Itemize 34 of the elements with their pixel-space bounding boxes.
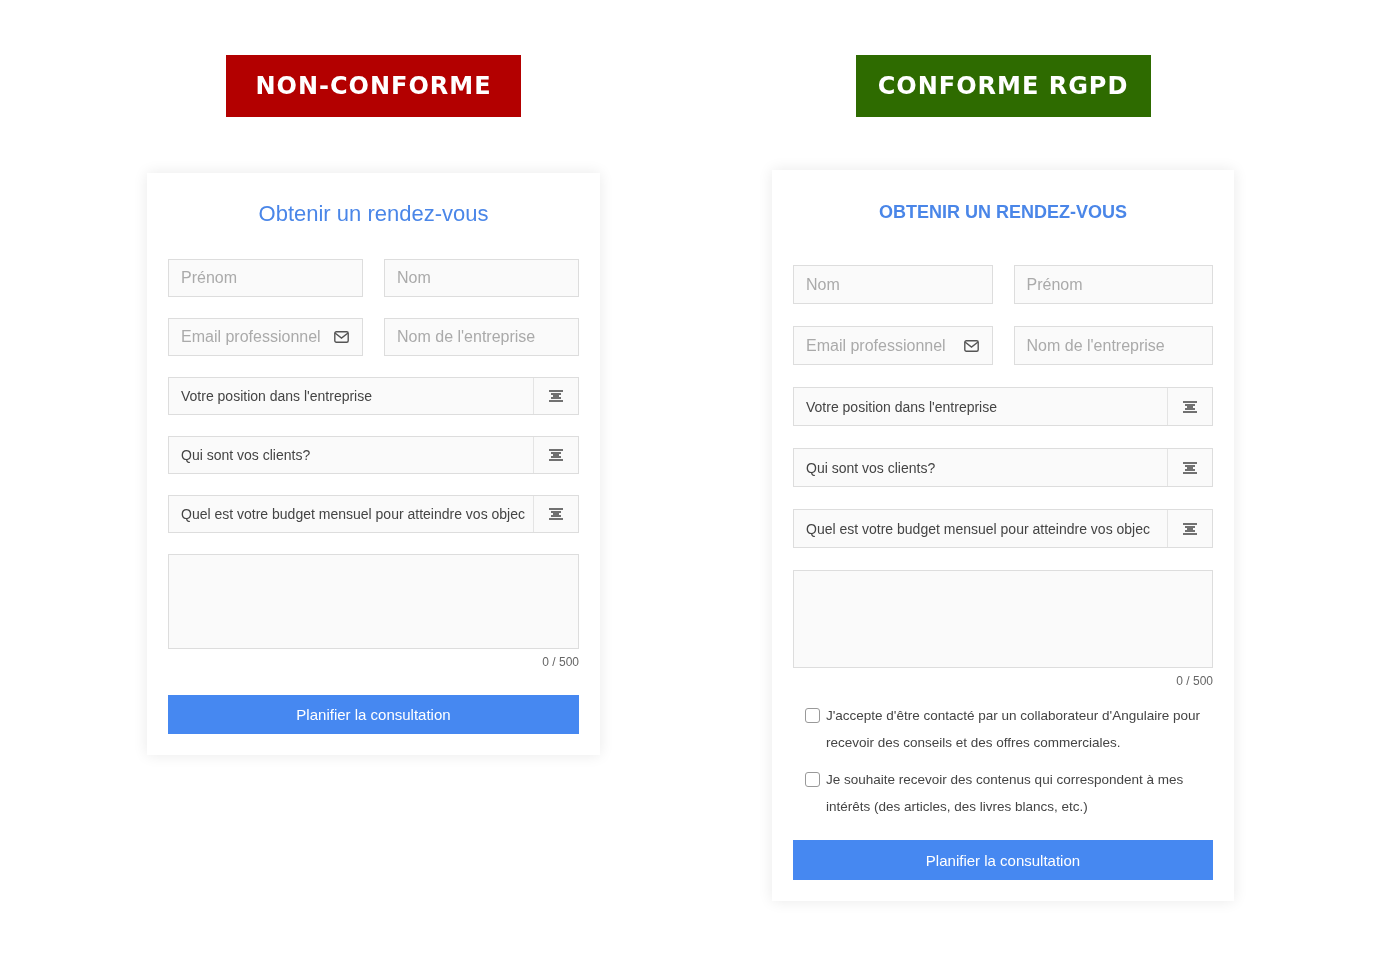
dropdown-field[interactable]: Quel est votre budget mensuel pour atteindre vos objec <box>793 509 1213 548</box>
checkbox[interactable] <box>805 772 820 787</box>
dropdown-field[interactable]: Qui sont vos clients? <box>168 436 579 474</box>
character-counter: 0 / 500 <box>1176 674 1213 688</box>
list-icon <box>1183 400 1197 413</box>
dropdown-field[interactable]: Qui sont vos clients? <box>793 448 1213 487</box>
checkbox[interactable] <box>805 708 820 723</box>
message-field[interactable] <box>793 570 1213 668</box>
input-field[interactable]: Nom de l'entreprise <box>384 318 579 356</box>
list-icon <box>549 508 563 520</box>
status-badge: NON-CONFORME <box>226 55 521 117</box>
dropdown-field[interactable]: Quel est votre budget mensuel pour atteindre vos objec <box>168 495 579 533</box>
form-title: Obtenir un rendez-vous <box>257 200 490 228</box>
dropdown-field[interactable]: Votre position dans l'entreprise <box>168 377 579 415</box>
message-field[interactable] <box>168 554 579 649</box>
input-field[interactable]: Nom de l'entreprise <box>1013 326 1213 365</box>
dropdown-field[interactable]: Votre position dans l'entreprise <box>793 387 1213 426</box>
input-field[interactable]: Prénom <box>168 259 363 297</box>
consent-label: Je souhaite recevoir des contenus qui correspondent à mes intérêts (des articles, des livres blancs, etc.) <box>826 771 1185 816</box>
envelope-icon <box>334 331 349 343</box>
list-icon <box>549 449 563 461</box>
status-badge: CONFORME RGPD <box>855 55 1151 117</box>
list-icon <box>1183 461 1197 474</box>
input-field[interactable]: Nom <box>384 259 579 297</box>
list-icon <box>549 390 563 402</box>
character-counter: 0 / 500 <box>542 655 579 669</box>
input-field[interactable]: Nom <box>793 265 993 304</box>
form-title: OBTENIR UN RENDEZ-VOUS <box>878 201 1128 224</box>
email-field[interactable]: Email professionnel <box>793 326 993 365</box>
list-icon <box>1183 522 1197 535</box>
email-field[interactable]: Email professionnel <box>168 318 363 356</box>
envelope-icon <box>963 339 979 352</box>
consent-label: J'accepte d'être contacté par un collaborateur d'Angulaire pour recevoir des conseils et des offres commerciales. <box>826 707 1201 752</box>
input-field[interactable]: Prénom <box>1013 265 1213 304</box>
